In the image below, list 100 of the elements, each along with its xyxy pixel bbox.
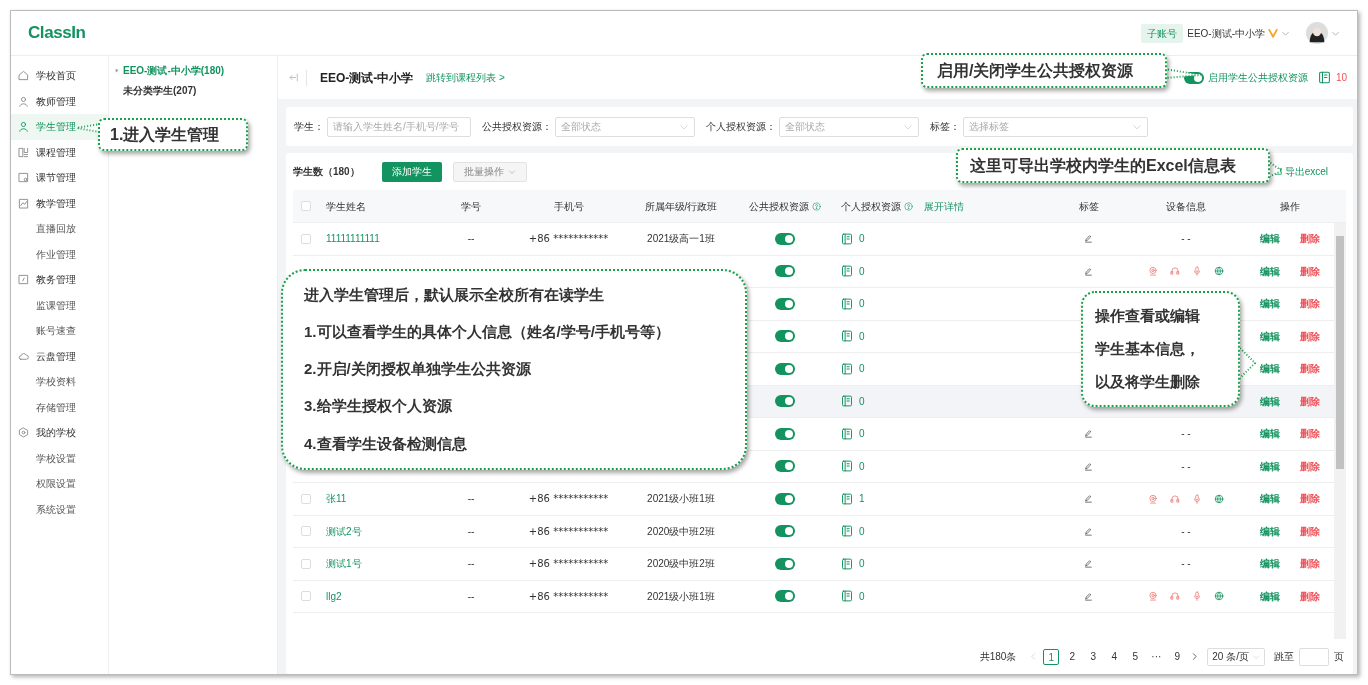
- delete-link[interactable]: 删除: [1300, 263, 1320, 279]
- book-icon[interactable]: [841, 297, 853, 310]
- webcam-icon[interactable]: [1148, 493, 1158, 504]
- page-size-dropdown[interactable]: 20 条/页: [1207, 647, 1265, 666]
- webcam-icon[interactable]: [1148, 266, 1158, 277]
- avatar[interactable]: [1306, 22, 1328, 44]
- edit-link[interactable]: 编辑: [1260, 426, 1280, 442]
- checkbox[interactable]: [301, 526, 311, 537]
- toggle-switch[interactable]: [774, 590, 795, 603]
- webcam-icon[interactable]: [1148, 591, 1158, 602]
- edit-link[interactable]: 编辑: [1260, 296, 1280, 312]
- toggle-switch[interactable]: [774, 232, 795, 245]
- sidebar-item[interactable]: 教学管理: [11, 190, 108, 216]
- delete-link[interactable]: 删除: [1300, 393, 1320, 409]
- sidebar-item[interactable]: 学校设置: [11, 445, 108, 471]
- globe-icon[interactable]: [1214, 591, 1224, 602]
- page-input[interactable]: [1299, 647, 1329, 666]
- headset-icon[interactable]: [1170, 591, 1180, 602]
- globe-icon[interactable]: [1214, 493, 1224, 504]
- microphone-icon[interactable]: [1192, 493, 1202, 504]
- pencil-icon[interactable]: [1084, 526, 1093, 536]
- page-button[interactable]: 9: [1169, 648, 1186, 665]
- scrollbar[interactable]: [1334, 223, 1346, 639]
- delete-link[interactable]: 删除: [1300, 361, 1320, 377]
- pencil-icon[interactable]: [1084, 494, 1093, 504]
- help-icon[interactable]: [811, 201, 821, 211]
- headset-icon[interactable]: [1170, 493, 1180, 504]
- book-icon[interactable]: [841, 590, 853, 603]
- page-button[interactable]: 2: [1064, 648, 1081, 665]
- edit-link[interactable]: 编辑: [1260, 263, 1280, 279]
- dropdown[interactable]: 全部状态: [555, 116, 695, 137]
- pencil-icon[interactable]: [1084, 234, 1093, 244]
- tree-item[interactable]: EEO-测试-中小学(180): [123, 62, 225, 78]
- page-button[interactable]: ···: [1148, 648, 1165, 665]
- sidebar-item[interactable]: 作业管理: [11, 241, 108, 267]
- sidebar-item[interactable]: 存储管理: [11, 394, 108, 420]
- book-icon[interactable]: [841, 362, 853, 375]
- student-name-link[interactable]: 张11: [326, 493, 347, 505]
- sidebar-item[interactable]: 课节管理: [11, 165, 108, 191]
- delete-link[interactable]: 删除: [1300, 523, 1320, 539]
- page-button[interactable]: 4: [1106, 648, 1123, 665]
- sidebar-item[interactable]: 学校资料: [11, 369, 108, 395]
- book-icon[interactable]: [841, 492, 853, 505]
- export-link[interactable]: 导出excel: [1273, 164, 1328, 179]
- delete-link[interactable]: 删除: [1300, 231, 1320, 247]
- dropdown[interactable]: 全部状态: [779, 116, 919, 137]
- checkbox[interactable]: [301, 493, 311, 504]
- book-icon[interactable]: [841, 525, 853, 538]
- back-icon[interactable]: [288, 72, 299, 83]
- edit-link[interactable]: 编辑: [1260, 231, 1280, 247]
- edit-link[interactable]: 编辑: [1260, 361, 1280, 377]
- toggle-switch[interactable]: [774, 362, 795, 375]
- toggle-switch[interactable]: [774, 492, 795, 505]
- page-button[interactable]: 3: [1085, 648, 1102, 665]
- book-icon[interactable]: [841, 557, 853, 570]
- edit-link[interactable]: 编辑: [1260, 556, 1280, 572]
- headset-icon[interactable]: [1170, 266, 1180, 277]
- expand-arrow-icon[interactable]: [115, 67, 119, 73]
- sidebar-item[interactable]: 课程管理: [11, 139, 108, 165]
- toggle-switch[interactable]: [774, 427, 795, 440]
- checkbox[interactable]: [301, 201, 311, 211]
- edit-link[interactable]: 编辑: [1260, 491, 1280, 507]
- sidebar-item[interactable]: 账号速查: [11, 318, 108, 344]
- sidebar-item[interactable]: 直播回放: [11, 216, 108, 242]
- delete-link[interactable]: 删除: [1300, 588, 1320, 604]
- tree-item[interactable]: 未分类学生(207): [123, 82, 197, 98]
- toggle-switch[interactable]: [774, 330, 795, 343]
- book-icon[interactable]: [841, 265, 853, 278]
- delete-link[interactable]: 删除: [1300, 458, 1320, 474]
- delete-link[interactable]: 删除: [1300, 491, 1320, 507]
- pencil-icon[interactable]: [1084, 591, 1093, 601]
- book-icon[interactable]: [841, 330, 853, 343]
- next-icon[interactable]: [1190, 652, 1200, 661]
- globe-icon[interactable]: [1214, 266, 1224, 277]
- book-icon[interactable]: [841, 427, 853, 440]
- book-icon[interactable]: [1317, 71, 1331, 84]
- pencil-icon[interactable]: [1084, 559, 1093, 569]
- edit-link[interactable]: 编辑: [1260, 393, 1280, 409]
- pencil-icon[interactable]: [1084, 266, 1093, 276]
- sidebar-item[interactable]: 权限设置: [11, 471, 108, 497]
- delete-link[interactable]: 删除: [1300, 296, 1320, 312]
- student-name-link[interactable]: llg2: [326, 590, 342, 602]
- checkbox[interactable]: [301, 591, 311, 602]
- book-icon[interactable]: [841, 460, 853, 473]
- page-button[interactable]: 1: [1043, 648, 1060, 665]
- toggle-switch[interactable]: [774, 265, 795, 278]
- delete-link[interactable]: 删除: [1300, 328, 1320, 344]
- edit-link[interactable]: 编辑: [1260, 328, 1280, 344]
- pencil-icon[interactable]: [1084, 429, 1093, 439]
- checkbox[interactable]: [301, 233, 311, 244]
- toggle-switch[interactable]: [774, 525, 795, 538]
- search-field[interactable]: 请输入学生姓名/手机号/学号: [327, 116, 471, 137]
- toggle-switch[interactable]: [774, 297, 795, 310]
- toggle-switch[interactable]: [774, 460, 795, 473]
- page-button[interactable]: 5: [1127, 648, 1144, 665]
- expand-details-link[interactable]: 展开详情: [924, 198, 964, 214]
- edit-link[interactable]: 编辑: [1260, 523, 1280, 539]
- add-student-button[interactable]: 添加学生: [381, 161, 442, 182]
- sidebar-item[interactable]: 系统设置: [11, 496, 108, 522]
- student-name-link[interactable]: 测试2号: [326, 525, 362, 537]
